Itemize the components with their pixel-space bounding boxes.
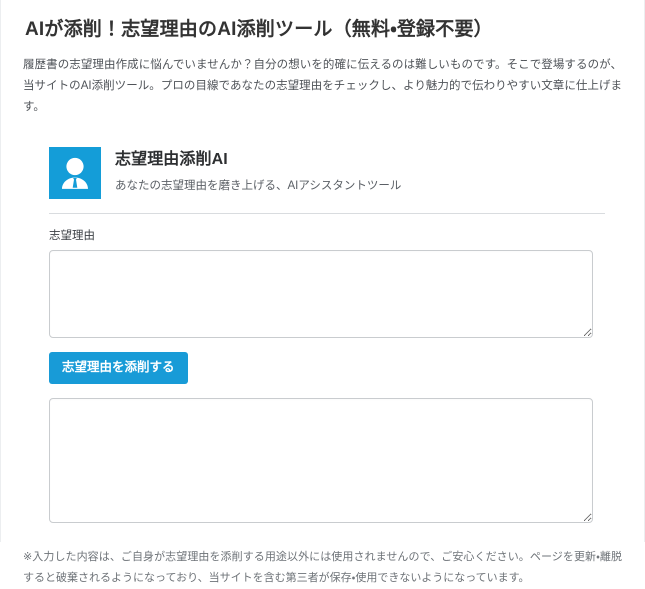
submit-reason-button[interactable]: 志望理由を添削する	[49, 352, 188, 384]
tool-card-header: 志望理由添削AI あなたの志望理由を磨き上げる、AIアシスタントツール	[49, 147, 604, 199]
reason-input-label: 志望理由	[49, 230, 95, 242]
reason-output-textarea[interactable]	[49, 398, 593, 523]
reason-input-textarea[interactable]	[49, 250, 593, 338]
reason-form: 志望理由 志望理由を添削する	[49, 228, 604, 523]
person-avatar-icon	[49, 147, 101, 199]
tool-card: 志望理由添削AI あなたの志望理由を磨き上げる、AIアシスタントツール 志望理由…	[1, 118, 644, 523]
page-lead-paragraph: 履歴書の志望理由作成に悩んでいませんか？自分の想いを的確に伝えるのは難しいもので…	[23, 59, 622, 113]
card-divider	[49, 213, 605, 214]
privacy-note: ※入力した内容は、ご自身が志望理由を添削する用途以外には使用されませんので、ご安…	[23, 551, 622, 584]
tool-card-subtitle: あなたの志望理由を磨き上げる、AIアシスタントツール	[115, 180, 402, 192]
tool-card-header-text: 志望理由添削AI あなたの志望理由を磨き上げる、AIアシスタントツール	[115, 147, 401, 194]
page-container: AIが添削！志望理由のAI添削ツール（無料・登録不要） 履歴書の志望理由作成に悩…	[0, 0, 645, 584]
page-title: AIが添削！志望理由のAI添削ツール（無料・登録不要）	[25, 19, 493, 40]
tool-card-title: 志望理由添削AI	[115, 151, 228, 168]
